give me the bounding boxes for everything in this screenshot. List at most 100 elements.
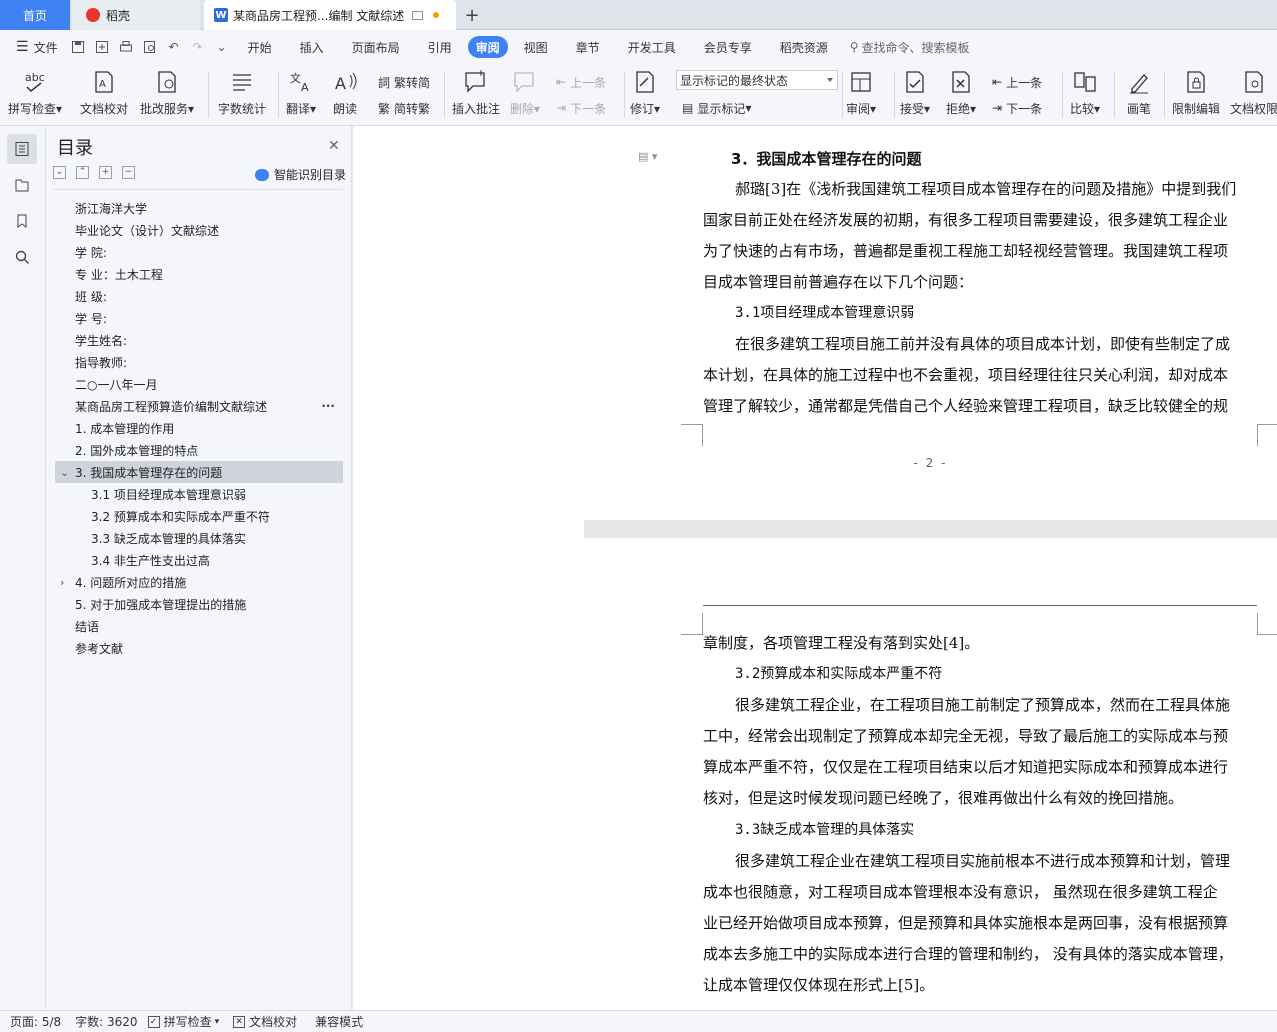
- translate-button[interactable]: 文A 翻译▾: [286, 68, 316, 122]
- paragraph-line: 业已经开始做项目成本预算，但是预算和具体实施根本是两回事，没有根据预算: [703, 914, 1229, 932]
- smart-toc-button[interactable]: 智能识别目录: [255, 166, 346, 183]
- add-heading-icon[interactable]: +: [99, 166, 112, 179]
- menu-view[interactable]: 视图: [516, 36, 556, 58]
- export-icon[interactable]: [93, 38, 111, 56]
- next-change-button[interactable]: ⇥ 下一条: [992, 98, 1042, 118]
- menu-review[interactable]: 审阅: [467, 36, 508, 58]
- collapse-all-icon[interactable]: ⌄: [53, 166, 66, 179]
- show-markup-button[interactable]: ▤ 显示标记 ▾: [682, 98, 751, 118]
- trad-to-simp-button[interactable]: 詞繁转简: [378, 72, 430, 92]
- chevron-right-icon[interactable]: ›: [60, 576, 64, 589]
- toc-item[interactable]: 学生姓名:: [55, 329, 343, 351]
- page[interactable]: ▤ ▾ 3．我国成本管理存在的问题 郝璐[3]在《浅析我国建筑工程项目成本管理存在…: [584, 126, 1277, 520]
- toc-item[interactable]: 学 号:: [55, 307, 343, 329]
- crop-mark: [1257, 613, 1277, 635]
- redo-icon[interactable]: ↷: [189, 38, 207, 56]
- chapter-nav-icon[interactable]: [7, 170, 37, 200]
- page-indicator[interactable]: 页面: 5/8: [10, 1013, 61, 1030]
- insert-comment-button[interactable]: 插入批注: [452, 68, 500, 122]
- status-spell-check[interactable]: ✓ 拼写检查 ▾: [147, 1013, 219, 1030]
- page-menu-icon[interactable]: ▤ ▾: [638, 150, 657, 163]
- menu-bar: ☰ 文件 ↶ ↷ ⌄ 开始 插入 页面布局 引用 审阅 视图 章节 开发工具 会…: [0, 30, 1277, 64]
- toc-item[interactable]: 学 院:: [55, 241, 343, 263]
- revise-service-button[interactable]: 批改服务▾: [140, 68, 194, 122]
- paragraph-line: 管理了解较少，通常都是凭借自己个人经验来管理工程项目，缺乏比较健全的规: [703, 397, 1229, 415]
- delete-comment-button[interactable]: 删除▾: [510, 68, 540, 122]
- doc-proofread-button[interactable]: A 文档校对: [80, 68, 128, 122]
- file-menu[interactable]: ☰ 文件: [8, 36, 66, 58]
- status-bar: 页面: 5/8 字数: 3620 ✓ 拼写检查 ▾ ✕ 文档校对 兼容模式: [0, 1010, 1277, 1032]
- toc-item[interactable]: 结语: [55, 615, 343, 637]
- toc-item[interactable]: › 4. 问题所对应的措施: [55, 571, 343, 593]
- markup-state-select[interactable]: 显示标记的最终状态: [676, 70, 838, 90]
- paragraph-line: 目成本管理目前普遍存在以下几个问题：: [703, 273, 974, 291]
- toc-item[interactable]: 浙江海洋大学: [55, 197, 343, 219]
- undo-icon[interactable]: ↶: [165, 38, 183, 56]
- menu-layout[interactable]: 页面布局: [344, 36, 408, 58]
- word-count-indicator[interactable]: 字数: 3620: [75, 1013, 137, 1030]
- prev-comment-button[interactable]: ⇤ 上一条: [556, 72, 606, 92]
- restrict-edit-button[interactable]: 限制编辑: [1172, 68, 1220, 122]
- monitor-icon[interactable]: [412, 10, 424, 20]
- page[interactable]: 章制度，各项管理工程没有落到实处[4]。 3.2预算成本和实际成本严重不符 很多建筑…: [584, 538, 1277, 1010]
- toc-item[interactable]: 班 级:: [55, 285, 343, 307]
- toc-item[interactable]: 1. 成本管理的作用: [55, 417, 343, 439]
- next-comment-button[interactable]: ⇥ 下一条: [556, 98, 606, 118]
- toc-item[interactable]: 二○一八年一月: [55, 373, 343, 395]
- toc-item[interactable]: 专 业：土木工程: [55, 263, 343, 285]
- command-search[interactable]: ⚲ 查找命令、搜索模板: [850, 39, 970, 56]
- menu-chapter[interactable]: 章节: [568, 36, 608, 58]
- toc-item[interactable]: 3.3 缺乏成本管理的具体落实: [55, 527, 343, 549]
- close-icon[interactable]: ✕: [328, 138, 340, 154]
- simp-to-trad-button[interactable]: 繁简转繁: [378, 98, 430, 118]
- remove-heading-icon[interactable]: −: [122, 166, 135, 179]
- chevron-down-icon[interactable]: ⌄: [60, 466, 69, 479]
- tab-home[interactable]: 首页: [0, 0, 70, 30]
- compare-button[interactable]: 比较▾: [1070, 68, 1100, 122]
- toc-item[interactable]: 5. 对于加强成本管理提出的措施: [55, 593, 343, 615]
- status-doc-check[interactable]: ✕ 文档校对: [233, 1013, 297, 1030]
- tab-daoke[interactable]: 稻壳: [72, 0, 200, 30]
- prev-change-label: 上一条: [1006, 75, 1043, 90]
- new-tab-button[interactable]: +: [460, 0, 484, 30]
- prev-change-button[interactable]: ⇤ 上一条: [992, 72, 1042, 92]
- toc-item-label: 学 号:: [75, 311, 107, 326]
- toc-panel-icon[interactable]: [7, 134, 37, 164]
- quick-access-dropdown-icon[interactable]: ⌄: [213, 38, 231, 56]
- toc-item[interactable]: 某商品房工程预算造价编制文献综述 ···: [55, 395, 343, 417]
- menu-developer[interactable]: 开发工具: [620, 36, 684, 58]
- menu-insert[interactable]: 插入: [292, 36, 332, 58]
- print-icon[interactable]: [117, 38, 135, 56]
- expand-up-icon[interactable]: ⌃: [76, 166, 89, 179]
- spell-check-button[interactable]: abc 拼写检查▾: [8, 68, 62, 122]
- review-pane-label: 审阅: [846, 102, 871, 116]
- accept-button[interactable]: 接受▾: [900, 68, 930, 122]
- daoke-logo-icon: [86, 8, 100, 22]
- menu-start[interactable]: 开始: [240, 36, 280, 58]
- toc-item[interactable]: 3.2 预算成本和实际成本严重不符: [55, 505, 343, 527]
- menu-member[interactable]: 会员专享: [696, 36, 760, 58]
- menu-daoke-resources[interactable]: 稻壳资源: [772, 36, 836, 58]
- print-preview-icon[interactable]: [141, 38, 159, 56]
- toc-item[interactable]: ⌄ 3. 我国成本管理存在的问题: [55, 461, 343, 483]
- toc-item[interactable]: 毕业论文（设计）文献综述: [55, 219, 343, 241]
- toc-item[interactable]: 3.4 非生产性支出过高: [55, 549, 343, 571]
- toc-item[interactable]: 3.1 项目经理成本管理意识弱: [55, 483, 343, 505]
- more-options-icon[interactable]: ···: [321, 399, 335, 413]
- doc-permission-button[interactable]: 文档权限: [1230, 68, 1277, 122]
- track-changes-button[interactable]: 修订▾: [630, 68, 660, 122]
- pen-button[interactable]: 画笔: [1124, 68, 1154, 122]
- toc-item[interactable]: 参考文献: [55, 637, 343, 659]
- tab-document[interactable]: W 某商品房工程预...编制 文献综述: [204, 0, 456, 30]
- review-pane-button[interactable]: 审阅▾: [846, 68, 876, 122]
- toc-item[interactable]: 指导教师:: [55, 351, 343, 373]
- paragraph-line: 核对，但是这时候发现问题已经晚了，很难再做出什么有效的挽回措施。: [703, 789, 1184, 807]
- menu-reference[interactable]: 引用: [420, 36, 460, 58]
- save-icon[interactable]: [69, 38, 87, 56]
- reject-button[interactable]: 拒绝▾: [946, 68, 976, 122]
- word-count-button[interactable]: 字数统计: [218, 68, 266, 122]
- search-icon[interactable]: [7, 242, 37, 272]
- toc-item[interactable]: 2. 国外成本管理的特点: [55, 439, 343, 461]
- bookmark-icon[interactable]: [7, 206, 37, 236]
- read-aloud-button[interactable]: A 朗读: [330, 68, 360, 122]
